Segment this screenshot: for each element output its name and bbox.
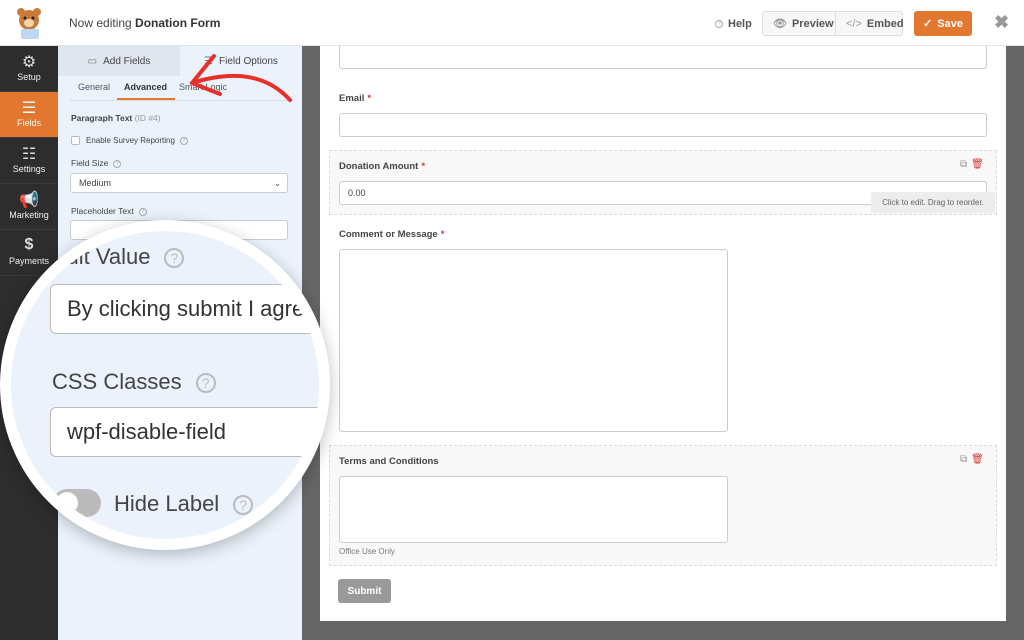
email-input[interactable] [339,113,987,137]
help-button[interactable]: ? Help [705,11,762,36]
css-classes-label: CSS Classes? [52,369,216,395]
donation-label-text: Donation Amount [339,161,419,172]
subtab-advanced[interactable]: Advanced [124,82,167,92]
help-icon[interactable]: ? [179,136,188,145]
check-icon: ✓ [923,18,933,30]
close-icon[interactable]: ✖ [994,12,1009,33]
field-size-select[interactable]: Medium ⌄ [70,173,288,193]
default-value-input[interactable]: By clicking submit I agree [50,284,319,334]
terms-description: Office Use Only [339,547,395,556]
help-icon[interactable]: ? [138,207,147,216]
gear-icon: ⚙ [21,54,37,71]
survey-checkbox[interactable] [71,136,80,145]
table-icon: ▭ [87,55,98,67]
subtab-general[interactable]: General [78,82,110,92]
sliders-icon: ☷ [21,146,37,163]
sidebar-label: Marketing [9,210,49,220]
help-icon[interactable]: ? [195,373,216,394]
comment-label-text: Comment or Message [339,229,438,240]
hide-label-text: Hide Label [114,491,220,516]
terms-label: Terms and Conditions [339,456,439,467]
megaphone-icon: 📢 [19,192,39,209]
default-value-label: Default Value? [20,244,185,270]
trash-icon[interactable]: 🗑 [971,454,984,465]
embed-button[interactable]: </> Embed [835,11,914,36]
field-title: Paragraph Text (ID #4) [71,113,161,123]
sidebar-label: Settings [12,164,46,174]
sidebar-label: Fields [16,118,41,128]
tab-label: Add Fields [103,55,151,67]
field-actions: ⧉ 🗑 [960,454,984,465]
terms-textarea[interactable] [339,476,728,543]
trash-icon[interactable]: 🗑 [971,159,984,170]
field-size-label: Field Size? [71,158,122,168]
field-actions: ⧉ 🗑 [960,159,984,170]
placeholder-label-text: Placeholder Text [71,206,134,216]
required-marker: * [421,161,426,172]
tab-add-fields[interactable]: ▭ Add Fields [58,46,180,76]
submit-button[interactable]: Submit [338,579,391,603]
chevron-down-icon: ⌄ [274,178,281,188]
help-label: Help [728,17,752,30]
email-label-text: Email [339,93,365,104]
sidebar-item-marketing[interactable]: 📢 Marketing [0,184,58,230]
duplicate-icon[interactable]: ⧉ [960,454,967,465]
survey-label: Enable Survey Reporting? [86,136,188,145]
help-icon: ? [715,19,723,28]
tooltip: Click to edit. Drag to reorder. [871,192,995,213]
preview-button[interactable]: 👁 Preview [763,11,844,36]
list-icon: ☰ [21,100,37,117]
field-size-value: Medium [79,178,112,188]
donation-label: Donation Amount * [339,161,425,172]
save-button[interactable]: ✓ Save [914,11,972,36]
page-title: Now editing Donation Form [69,16,220,30]
default-value-label-text: Default Value [20,244,151,269]
css-classes-label-text: CSS Classes [52,369,182,394]
css-classes-input[interactable]: wpf-disable-field [50,407,319,457]
hide-label-toggle[interactable] [53,489,101,517]
hide-label: Hide Label? [114,491,254,517]
name-input[interactable] [339,46,987,69]
survey-label-text: Enable Survey Reporting [86,136,175,145]
sidebar-item-fields[interactable]: ☰ Fields [0,92,58,138]
form-name: Donation Form [135,16,221,30]
email-label: Email * [339,93,371,104]
required-marker: * [367,93,372,104]
title-prefix: Now editing [69,16,132,30]
sidebar-item-setup[interactable]: ⚙ Setup [0,46,58,92]
magnifier: Default Value? By clicking submit I agre… [0,220,330,550]
help-icon[interactable]: ? [233,495,254,516]
code-icon: </> [846,17,862,30]
sidebar-label: Setup [17,72,41,82]
red-arrow-annotation [190,54,292,102]
embed-label: Embed [866,17,904,30]
field-id: (ID #4) [134,113,161,123]
required-marker: * [440,229,445,240]
save-label: Save [937,17,963,30]
help-icon[interactable]: ? [113,159,122,168]
preview-label: Preview [791,17,834,30]
eye-icon: 👁 [773,18,787,30]
field-type: Paragraph Text [71,113,133,123]
help-icon[interactable]: ? [164,248,185,269]
active-subtab-indicator [117,98,175,100]
comment-textarea[interactable] [339,249,728,432]
comment-label: Comment or Message * [339,229,444,240]
field-size-label-text: Field Size [71,158,109,168]
wpforms-logo [0,0,58,46]
placeholder-label: Placeholder Text? [71,206,147,216]
sidebar-item-settings[interactable]: ☷ Settings [0,138,58,184]
duplicate-icon[interactable]: ⧉ [960,159,967,170]
